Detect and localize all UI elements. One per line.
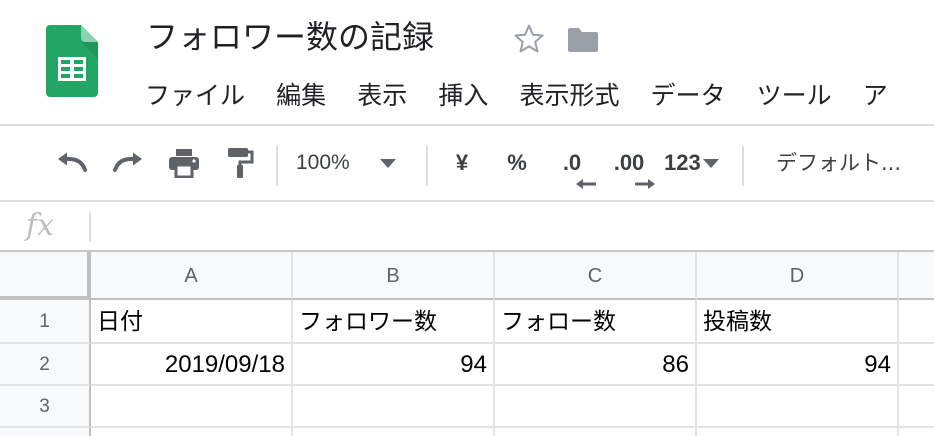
toolbar-separator <box>276 146 278 186</box>
decrease-decimal-button[interactable]: .0 <box>552 126 596 200</box>
cell-c2[interactable]: 86 <box>495 344 697 386</box>
cell-b4[interactable] <box>293 428 495 436</box>
percent-format-button[interactable]: % <box>500 126 534 200</box>
star-icon[interactable] <box>512 22 546 56</box>
chevron-down-icon <box>379 158 396 168</box>
formula-input[interactable] <box>100 202 920 250</box>
zoom-select[interactable]: 100% <box>296 126 416 200</box>
percent-symbol: % <box>507 150 527 175</box>
menu-file[interactable]: ファイル <box>132 72 258 120</box>
decrease-decimal-label: .0 <box>562 150 582 175</box>
zoom-value: 100% <box>296 151 350 174</box>
cell-e1[interactable] <box>899 300 934 344</box>
toolbar-separator <box>742 146 744 186</box>
more-formats-button[interactable]: 123 <box>664 126 730 200</box>
menu-insert[interactable]: 挿入 <box>425 72 501 120</box>
currency-format-button[interactable]: ¥ <box>446 126 478 200</box>
cell-b2[interactable]: 94 <box>293 344 495 386</box>
cell-c3[interactable] <box>495 386 697 428</box>
cell-a2[interactable]: 2019/09/18 <box>91 344 293 386</box>
cell-b1[interactable]: フォロワー数 <box>293 300 495 344</box>
cell-e2[interactable] <box>899 344 934 386</box>
font-family-value: デフォルト... <box>776 151 902 175</box>
cell-a3[interactable] <box>91 386 293 428</box>
column-header-d[interactable]: D <box>697 252 899 300</box>
menu-view[interactable]: 表示 <box>344 72 420 120</box>
font-family-select[interactable]: デフォルト... <box>776 126 926 200</box>
folder-icon[interactable] <box>566 26 600 54</box>
google-sheets-logo-icon[interactable] <box>46 25 98 97</box>
cell-d2[interactable]: 94 <box>697 344 899 386</box>
column-header-e[interactable] <box>899 252 934 300</box>
row-header-1[interactable]: 1 <box>0 300 91 344</box>
cell-d1[interactable]: 投稿数 <box>697 300 899 344</box>
menu-format[interactable]: 表示形式 <box>506 72 632 120</box>
cell-d4[interactable] <box>697 428 899 436</box>
menu-addons[interactable]: ア <box>850 72 888 120</box>
menu-bar: ファイル 編集 表示 挿入 表示形式 データ ツール ア <box>132 72 934 120</box>
toolbar: 100% ¥ % .0 .00 123 デフォルト... <box>0 124 934 202</box>
formula-bar: fx <box>0 202 934 252</box>
column-header-b[interactable]: B <box>293 252 495 300</box>
increase-decimal-button[interactable]: .00 <box>604 126 655 200</box>
arrow-left-icon <box>575 179 596 189</box>
toolbar-separator <box>426 146 428 186</box>
currency-symbol: ¥ <box>455 150 469 175</box>
paint-format-icon[interactable] <box>218 126 262 200</box>
arrow-right-icon <box>634 179 655 189</box>
cell-a4[interactable] <box>91 428 293 436</box>
row-header-3[interactable]: 3 <box>0 386 91 428</box>
column-header-c[interactable]: C <box>495 252 697 300</box>
cell-b3[interactable] <box>293 386 495 428</box>
row-header-2[interactable]: 2 <box>0 344 91 386</box>
column-header-a[interactable]: A <box>91 252 293 300</box>
select-all-corner[interactable] <box>0 252 91 300</box>
cell-d3[interactable] <box>697 386 899 428</box>
menu-data[interactable]: データ <box>638 72 739 120</box>
more-formats-label: 123 <box>664 150 701 175</box>
fx-icon: fx <box>26 208 55 243</box>
cell-c1[interactable]: フォロー数 <box>495 300 697 344</box>
increase-decimal-label: .00 <box>613 150 645 175</box>
row-header-4[interactable] <box>0 428 91 436</box>
formula-separator <box>89 212 91 242</box>
cell-a1[interactable]: 日付 <box>91 300 293 344</box>
menu-tools[interactable]: ツール <box>744 72 845 120</box>
chevron-down-icon <box>702 158 719 168</box>
document-title[interactable]: フォロワー数の記録 <box>146 14 434 60</box>
print-icon[interactable] <box>162 126 206 200</box>
menu-edit[interactable]: 編集 <box>263 72 339 120</box>
cell-e3[interactable] <box>899 386 934 428</box>
redo-icon[interactable] <box>106 126 150 200</box>
cell-c4[interactable] <box>495 428 697 436</box>
undo-icon[interactable] <box>50 126 94 200</box>
